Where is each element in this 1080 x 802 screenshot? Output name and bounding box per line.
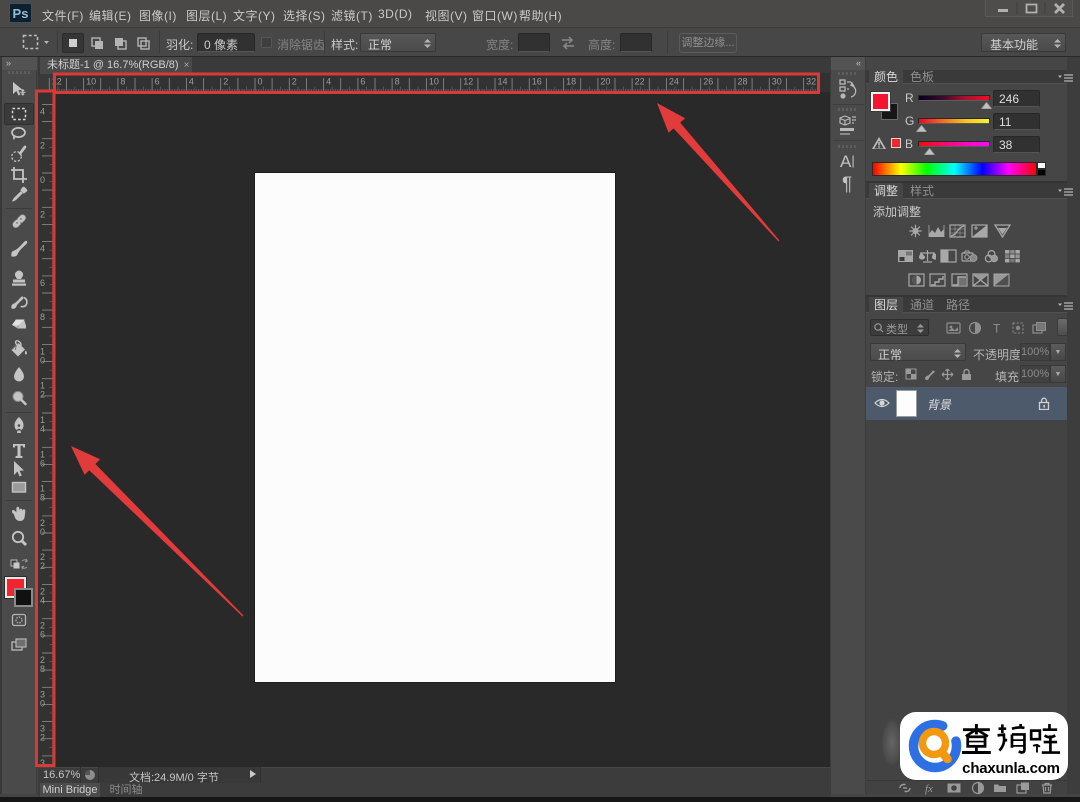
- svg-text:6: 6: [360, 77, 365, 87]
- svg-text:10: 10: [86, 77, 96, 87]
- svg-text:2: 2: [40, 209, 45, 219]
- svg-text:4: 4: [326, 77, 331, 87]
- svg-text:24: 24: [669, 77, 679, 87]
- svg-text:16: 16: [532, 77, 542, 87]
- svg-text:32: 32: [806, 77, 816, 87]
- svg-text:2: 2: [40, 733, 45, 743]
- svg-text:6: 6: [40, 458, 45, 468]
- svg-text:T: T: [993, 322, 1001, 336]
- svg-text:4: 4: [40, 244, 45, 254]
- svg-text:0: 0: [40, 698, 45, 708]
- svg-text:4: 4: [40, 424, 45, 434]
- svg-text:26: 26: [703, 77, 713, 87]
- svg-text:6: 6: [40, 278, 45, 288]
- svg-text:20: 20: [600, 77, 610, 87]
- svg-text:2: 2: [40, 390, 45, 400]
- svg-text:2: 2: [292, 77, 297, 87]
- svg-text:14: 14: [498, 77, 508, 87]
- svg-text:6: 6: [155, 77, 160, 87]
- svg-text:fx: fx: [925, 783, 933, 795]
- svg-text:10: 10: [429, 77, 439, 87]
- svg-text:4: 4: [189, 77, 194, 87]
- svg-text:22: 22: [635, 77, 645, 87]
- svg-text:28: 28: [738, 77, 748, 87]
- svg-text:2: 2: [40, 141, 45, 151]
- svg-text:0: 0: [40, 527, 45, 537]
- svg-text:18: 18: [566, 77, 576, 87]
- svg-text:12: 12: [463, 77, 473, 87]
- svg-text:8: 8: [395, 77, 400, 87]
- svg-text:8: 8: [40, 664, 45, 674]
- svg-text:4: 4: [40, 595, 45, 605]
- svg-text:8: 8: [40, 493, 45, 503]
- svg-text:8: 8: [40, 312, 45, 322]
- svg-text:4: 4: [40, 106, 45, 116]
- svg-text:8: 8: [120, 77, 125, 87]
- svg-text:6: 6: [40, 630, 45, 640]
- svg-text:2: 2: [223, 77, 228, 87]
- svg-text:30: 30: [772, 77, 782, 87]
- svg-text:0: 0: [258, 77, 263, 87]
- svg-text:0: 0: [40, 175, 45, 185]
- svg-text:2: 2: [40, 561, 45, 571]
- svg-text:0: 0: [40, 355, 45, 365]
